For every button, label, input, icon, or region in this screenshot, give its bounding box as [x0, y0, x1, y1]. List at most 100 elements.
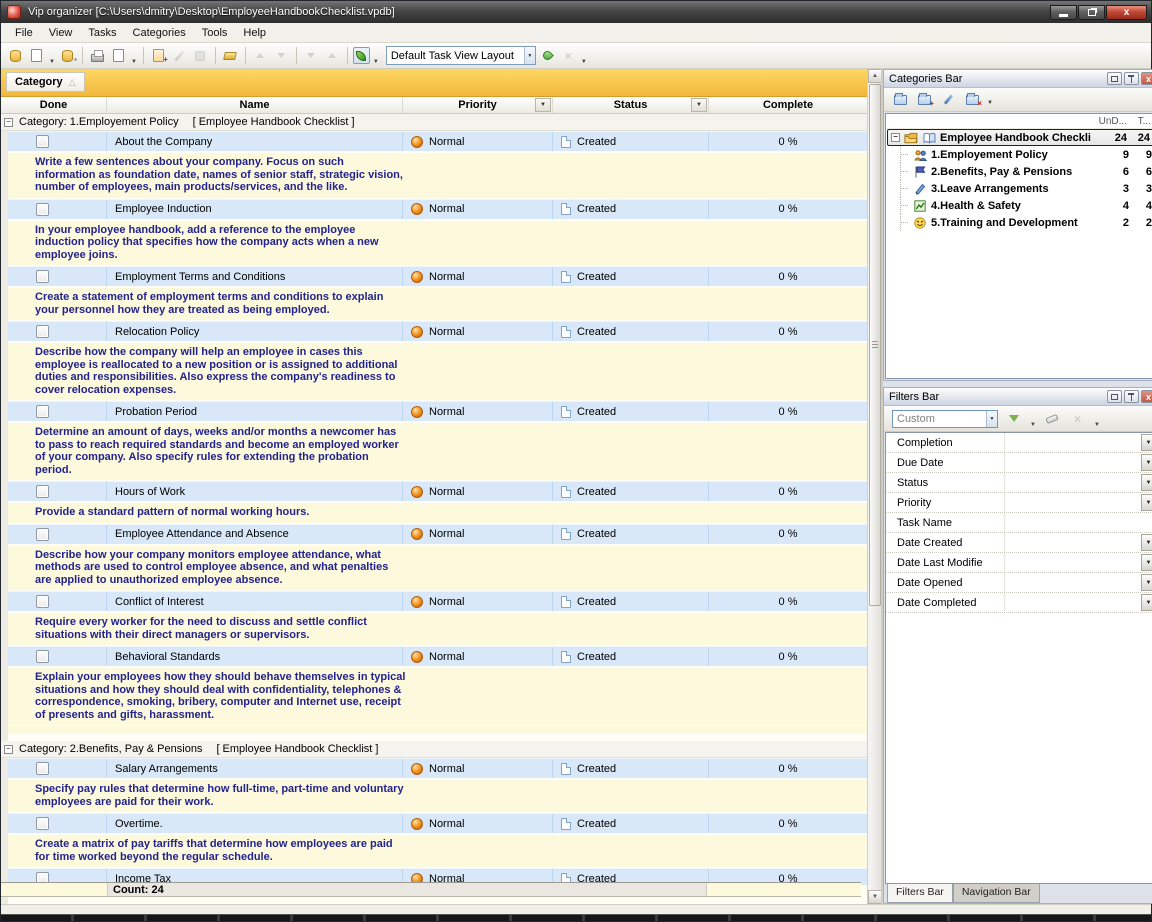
filter-value-field[interactable] — [1004, 553, 1141, 572]
delete-layout-icon[interactable]: × — [559, 46, 578, 65]
new-task-icon[interactable]: + — [149, 46, 168, 65]
new-database-icon[interactable] — [6, 46, 25, 65]
category-group-row[interactable]: −Category: 1.Employement Policy[ Employe… — [1, 114, 867, 131]
vertical-scrollbar[interactable]: ▲ ▼ — [867, 69, 881, 904]
categories-close-button[interactable]: x — [1141, 72, 1152, 85]
restore-button[interactable] — [1078, 5, 1105, 20]
filter-preset-dropdown-icon[interactable]: ▼ — [986, 411, 997, 427]
filter-dropdown-icon[interactable]: ▼ — [1141, 434, 1152, 451]
filter-dropdown-icon[interactable]: ▼ — [1141, 594, 1152, 611]
toolbar-overflow-icon[interactable]: ▼ — [581, 59, 587, 65]
task-row[interactable]: Employment Terms and ConditionsNormalCre… — [8, 266, 867, 288]
edit-category-icon[interactable] — [939, 90, 958, 109]
task-checkbox[interactable] — [36, 203, 49, 216]
save-database-icon[interactable]: ▪ — [58, 46, 77, 65]
task-checkbox[interactable] — [36, 762, 49, 775]
tree-category-row[interactable]: 3.Leave Arrangements33 — [886, 180, 1152, 197]
scroll-down-icon[interactable]: ▼ — [868, 890, 881, 904]
titlebar[interactable]: Vip organizer [C:\Users\dmitry\Desktop\E… — [1, 1, 1151, 23]
task-checkbox[interactable] — [36, 405, 49, 418]
filters-restore-button[interactable] — [1107, 390, 1122, 403]
filter-dropdown-icon[interactable]: ▼ — [1141, 554, 1152, 571]
task-checkbox[interactable] — [36, 528, 49, 541]
move-up-icon[interactable] — [251, 46, 270, 65]
categories-toolbar-overflow-icon[interactable]: ▼ — [987, 100, 993, 106]
filter-dropdown-icon[interactable]: ▼ — [1141, 474, 1152, 491]
filter-value-field[interactable] — [1004, 493, 1141, 512]
apply-filter-icon[interactable] — [1004, 409, 1023, 428]
scroll-up-icon[interactable]: ▲ — [868, 69, 881, 83]
menu-item-help[interactable]: Help — [235, 25, 274, 41]
view-group-overflow-icon[interactable]: ▼ — [373, 59, 379, 65]
minimize-button[interactable] — [1050, 5, 1077, 20]
column-header-name[interactable]: Name — [107, 97, 403, 113]
task-row[interactable]: Employee Attendance and AbsenceNormalCre… — [8, 524, 867, 546]
categories-pin-button[interactable] — [1124, 72, 1139, 85]
task-row[interactable]: Relocation PolicyNormalCreated0 % — [8, 321, 867, 343]
column-header-complete[interactable]: Complete — [709, 97, 867, 113]
tab-navigation-bar[interactable]: Navigation Bar — [953, 884, 1040, 903]
layout-combo[interactable]: Default Task View Layout ▼ — [386, 46, 536, 65]
menu-item-file[interactable]: File — [7, 25, 41, 41]
complete-task-icon[interactable] — [191, 46, 210, 65]
task-row[interactable]: Conflict of InterestNormalCreated0 % — [8, 591, 867, 613]
tree-category-row[interactable]: 5.Training and Development22 — [886, 214, 1152, 231]
column-header-status[interactable]: Status▼ — [553, 97, 709, 113]
customize-layout-icon[interactable] — [538, 46, 557, 65]
print-preview-icon[interactable] — [109, 46, 128, 65]
edit-task-icon[interactable] — [170, 46, 189, 65]
filter-value-field[interactable] — [1004, 513, 1152, 532]
total-column-header[interactable]: T... — [1131, 116, 1152, 127]
filters-pin-button[interactable] — [1124, 390, 1139, 403]
tree-columns-header[interactable]: UnD... T... — [886, 114, 1152, 129]
filter-dropdown-icon[interactable]: ▼ — [1141, 534, 1152, 551]
close-button[interactable]: x — [1106, 5, 1147, 20]
delete-filter-icon[interactable]: × — [1068, 409, 1087, 428]
new-subcategory-icon[interactable]: + — [915, 90, 934, 109]
move-down-icon[interactable] — [272, 46, 291, 65]
task-view-layout-icon[interactable] — [353, 47, 370, 64]
categories-restore-button[interactable] — [1107, 72, 1122, 85]
open-dropdown-icon[interactable]: ▼ — [49, 59, 55, 65]
scrollbar-thumb[interactable] — [869, 84, 881, 606]
expand-all-icon[interactable] — [302, 46, 321, 65]
tree-category-row[interactable]: 4.Health & Safety44 — [886, 197, 1152, 214]
task-row[interactable]: About the CompanyNormalCreated0 % — [8, 131, 867, 153]
new-category-icon[interactable] — [891, 90, 910, 109]
filter-value-field[interactable] — [1004, 473, 1141, 492]
group-by-category-chip[interactable]: Category △ — [6, 72, 85, 92]
layout-combo-dropdown-icon[interactable]: ▼ — [524, 47, 535, 64]
filter-dropdown-icon[interactable]: ▼ — [1141, 494, 1152, 511]
priority-filter-dropdown-icon[interactable]: ▼ — [535, 98, 551, 112]
task-row[interactable]: Probation PeriodNormalCreated0 % — [8, 401, 867, 423]
categories-bar-titlebar[interactable]: Categories Bar x — [884, 70, 1152, 88]
tree-root-row[interactable]: −Employee Handbook Checkli2424 — [887, 129, 1152, 146]
menu-item-tools[interactable]: Tools — [194, 25, 236, 41]
filter-value-field[interactable] — [1004, 433, 1141, 452]
filter-value-field[interactable] — [1004, 533, 1141, 552]
collapse-all-icon[interactable] — [323, 46, 342, 65]
status-filter-dropdown-icon[interactable]: ▼ — [691, 98, 707, 112]
filter-value-field[interactable] — [1004, 573, 1141, 592]
undone-column-header[interactable]: UnD... — [1095, 116, 1131, 127]
category-group-row[interactable]: −Category: 2.Benefits, Pay & Pensions[ E… — [1, 741, 867, 758]
collapse-group-icon[interactable]: − — [4, 118, 13, 127]
task-row[interactable]: Employee InductionNormalCreated0 % — [8, 199, 867, 221]
task-checkbox[interactable] — [36, 270, 49, 283]
column-header-done[interactable]: Done — [1, 97, 107, 113]
filters-bar-titlebar[interactable]: Filters Bar x — [884, 388, 1152, 406]
task-checkbox[interactable] — [36, 650, 49, 663]
task-row[interactable]: Hours of WorkNormalCreated0 % — [8, 481, 867, 503]
tab-filters-bar[interactable]: Filters Bar — [887, 884, 953, 903]
task-checkbox[interactable] — [36, 325, 49, 338]
clear-filter-icon[interactable] — [1043, 409, 1062, 428]
tree-category-row[interactable]: 1.Employement Policy99 — [886, 146, 1152, 163]
task-row[interactable]: Behavioral StandardsNormalCreated0 % — [8, 646, 867, 668]
print-icon[interactable] — [88, 46, 107, 65]
tree-category-row[interactable]: 2.Benefits, Pay & Pensions66 — [886, 163, 1152, 180]
filter-dropdown-icon[interactable]: ▼ — [1030, 422, 1036, 428]
task-checkbox[interactable] — [36, 595, 49, 608]
task-row[interactable]: Overtime.NormalCreated0 % — [8, 813, 867, 835]
menu-item-view[interactable]: View — [41, 25, 81, 41]
filters-close-button[interactable]: x — [1141, 390, 1152, 403]
